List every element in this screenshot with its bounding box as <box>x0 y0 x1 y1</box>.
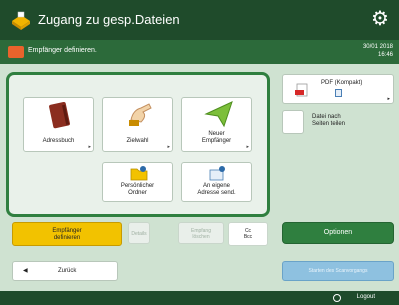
address-book-button[interactable]: Adressbuch ▸ <box>23 97 94 152</box>
back-label: Zurück <box>58 268 77 274</box>
submenu-indicator-icon: ▸ <box>387 96 390 102</box>
delete-destination-button[interactable]: Empfang löschen <box>178 222 224 244</box>
time-text: 16:46 <box>377 52 393 58</box>
cc-bcc-button[interactable]: Cc Bcc <box>228 222 268 246</box>
format-option-icon <box>335 89 342 97</box>
back-button[interactable]: ◀ Zurück <box>12 261 118 281</box>
gear-icon[interactable]: ⚙ <box>369 8 391 30</box>
start-scan-button[interactable]: Starten des Scanvorgangs <box>282 261 394 281</box>
personal-folder-button[interactable]: Persönlicher Ordner <box>102 162 173 202</box>
divide-file-label: Datei nach Seiten teilen <box>312 114 346 127</box>
details-button[interactable]: Details <box>128 222 150 244</box>
define-destination-button[interactable]: Empfänger definieren <box>12 222 122 246</box>
submenu-indicator-icon: ▸ <box>88 144 91 150</box>
new-destination-label: Neuer Empfänger <box>201 131 232 144</box>
paper-plane-icon <box>204 101 233 128</box>
file-format-label: PDF (Kompakt) <box>321 80 363 86</box>
send-to-self-icon <box>209 166 225 181</box>
one-touch-button[interactable]: Zielwahl ▸ <box>102 97 173 152</box>
destination-frame: Adressbuch ▸ Zielwahl ▸ Neuer Empfänger … <box>6 72 270 217</box>
logout-icon[interactable] <box>333 294 341 302</box>
status-message: Empfänger definieren. <box>28 47 97 54</box>
pdf-icon <box>295 83 308 97</box>
send-to-myself-button[interactable]: An eigene Adresse send. <box>181 162 252 202</box>
title-bar: Zugang zu gesp.Dateien ⚙ <box>0 0 399 40</box>
main-panel: Adressbuch ▸ Zielwahl ▸ Neuer Empfänger … <box>0 64 399 291</box>
submenu-indicator-icon: ▸ <box>167 144 170 150</box>
datetime: 30/01 2018 16:46 <box>363 43 393 59</box>
shared-files-icon <box>12 11 30 30</box>
divide-file-checkbox[interactable] <box>282 110 304 134</box>
one-touch-label: Zielwahl <box>126 138 149 144</box>
status-bar: Empfänger definieren. 30/01 2018 16:46 <box>0 40 399 64</box>
options-button[interactable]: Optionen <box>282 222 394 244</box>
hand-pointer-icon <box>129 103 152 126</box>
date-text: 30/01 2018 <box>362 44 393 50</box>
divide-file-option[interactable]: Datei nach Seiten teilen <box>282 110 394 136</box>
bottom-bar: Logout <box>0 291 399 305</box>
send-to-myself-label: An eigene Adresse send. <box>197 183 236 196</box>
file-format-button[interactable]: PDF (Kompakt) ▸ <box>282 74 394 104</box>
new-destination-button[interactable]: Neuer Empfänger ▸ <box>181 97 252 152</box>
submenu-indicator-icon: ▸ <box>246 144 249 150</box>
back-arrow-icon: ◀ <box>23 268 28 274</box>
folder-icon <box>130 166 148 181</box>
personal-folder-label: Persönlicher Ordner <box>120 183 155 196</box>
address-book-label: Adressbuch <box>42 138 75 144</box>
message-icon <box>8 46 24 58</box>
window-title: Zugang zu gesp.Dateien <box>38 12 180 27</box>
logout-button[interactable]: Logout <box>357 294 375 300</box>
address-book-icon <box>49 101 70 129</box>
